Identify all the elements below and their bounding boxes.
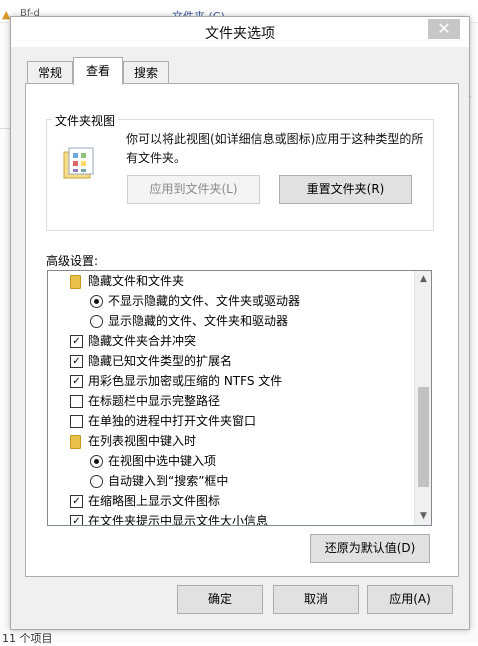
apply-to-folders-button[interactable]: 应用到文件夹(L): [127, 175, 260, 204]
restore-defaults-button[interactable]: 还原为默认值(D): [310, 534, 430, 563]
radio-selected[interactable]: [90, 295, 103, 308]
ok-button[interactable]: 确定: [177, 585, 263, 614]
view-tab-panel: 文件夹视图 你可以将此视图(如详细信息或图标)应用于这种类型的所有文件夹。 应用…: [25, 83, 459, 577]
vertical-scrollbar[interactable]: ▲ ▼: [414, 271, 431, 525]
close-button[interactable]: ✕: [428, 19, 460, 39]
list-item-label: 自动键入到“搜索”框中: [108, 474, 229, 488]
folder-options-dialog: 文件夹选项 ✕ 常规 查看 搜索 文件夹视图 你可以将此视图(如详细信息或图标)…: [10, 16, 470, 630]
list-item-label: 显示隐藏的文件、文件夹和驱动器: [108, 314, 289, 328]
checkbox-checked[interactable]: ✓: [70, 375, 83, 388]
list-item-label: 不显示隐藏的文件、文件夹或驱动器: [108, 294, 301, 308]
title-bar[interactable]: 文件夹选项 ✕: [11, 17, 469, 47]
list-item-label: 在单独的进程中打开文件夹窗口: [88, 414, 257, 428]
status-item-count: 11 个项目: [2, 632, 53, 645]
list-item-label: 在列表视图中键入时: [88, 434, 197, 448]
folder-views-label: 文件夹视图: [52, 112, 119, 129]
folder-views-description: 你可以将此视图(如详细信息或图标)应用于这种类型的所有文件夹。: [126, 132, 424, 165]
folder-icon: [70, 275, 81, 289]
tab-general[interactable]: 常规: [27, 61, 73, 84]
list-item-label: 在缩略图上显示文件图标: [88, 494, 221, 508]
list-item-label: 在标题栏中显示完整路径: [88, 394, 221, 408]
radio-unselected[interactable]: [90, 475, 103, 488]
advanced-settings-list[interactable]: 隐藏文件和文件夹 不显示隐藏的文件、文件夹或驱动器 显示隐藏的文件、文件夹和驱动…: [47, 270, 432, 526]
checkbox-unchecked[interactable]: [70, 415, 83, 428]
advanced-settings-label: 高级设置:: [46, 254, 99, 268]
tab-view[interactable]: 查看: [73, 57, 123, 85]
reset-folders-button[interactable]: 重置文件夹(R): [279, 175, 412, 204]
dialog-title: 文件夹选项: [205, 26, 275, 42]
folder-views-icon: [63, 147, 94, 179]
scroll-down-arrow-icon[interactable]: ▼: [415, 508, 431, 525]
apply-button[interactable]: 应用(A): [367, 585, 453, 614]
checkbox-checked[interactable]: ✓: [70, 335, 83, 348]
list-item-label: 隐藏文件和文件夹: [88, 274, 185, 288]
radio-unselected[interactable]: [90, 315, 103, 328]
list-item-label: 在文件夹提示中显示文件大小信息: [88, 514, 269, 525]
scroll-up-arrow-icon[interactable]: ▲: [415, 271, 431, 288]
scroll-thumb[interactable]: [418, 387, 429, 487]
folder-icon: [70, 435, 81, 449]
advanced-settings-items: 隐藏文件和文件夹 不显示隐藏的文件、文件夹或驱动器 显示隐藏的文件、文件夹和驱动…: [48, 271, 413, 525]
list-item-label: 用彩色显示加密或压缩的 NTFS 文件: [88, 374, 283, 388]
checkbox-checked[interactable]: ✓: [70, 355, 83, 368]
tab-search[interactable]: 搜索: [123, 61, 169, 84]
list-item-label: 在视图中选中键入项: [108, 454, 217, 468]
list-item-label: 隐藏文件夹合并冲突: [88, 334, 197, 348]
checkbox-unchecked[interactable]: [70, 395, 83, 408]
radio-selected[interactable]: [90, 455, 103, 468]
checkbox-checked[interactable]: ✓: [70, 515, 83, 525]
cancel-button[interactable]: 取消: [273, 585, 359, 614]
checkbox-checked[interactable]: ✓: [70, 495, 83, 508]
close-icon: ✕: [437, 19, 451, 38]
list-item-label: 隐藏已知文件类型的扩展名: [88, 354, 233, 368]
